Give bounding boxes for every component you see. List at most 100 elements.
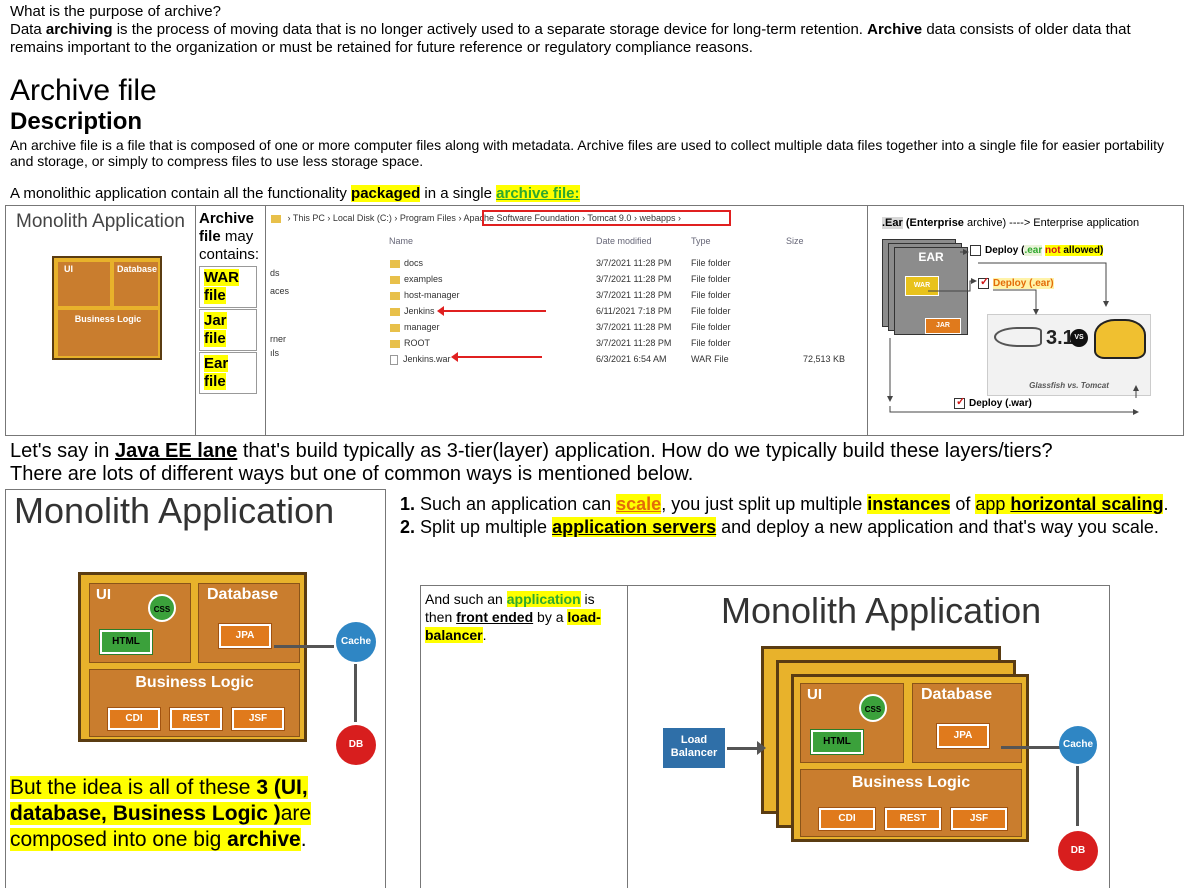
monolith-box: UI CSS HTML Database JPA Business Logic … <box>78 572 307 742</box>
ear-file-tag: Ear file <box>199 352 257 394</box>
jpa-icon: JPA <box>936 723 990 749</box>
list-item: Split up multiple application servers an… <box>420 516 1180 538</box>
java-ee-line-2: There are lots of different ways but one… <box>10 463 694 485</box>
db-icon: DB <box>336 725 376 765</box>
text-run: is the process of moving data that is no… <box>112 21 868 38</box>
java-ee-line-1: Let's say in Java EE lane that's build t… <box>10 440 1180 463</box>
rest-icon: REST <box>169 707 223 731</box>
text-run: application <box>506 591 581 607</box>
file-size: 72,513 KB <box>803 354 846 364</box>
file-type: File folder <box>691 274 731 284</box>
file-type: File folder <box>691 306 731 316</box>
css-icon: CSS <box>859 694 887 722</box>
text-run: And such an <box>425 591 507 607</box>
crumb-program-files[interactable]: Program Files <box>400 213 456 223</box>
file-name: examples <box>390 271 443 287</box>
text-run: Jenkins.war <box>403 354 451 364</box>
jsf-icon: JSF <box>950 807 1008 831</box>
file-icon <box>390 354 398 365</box>
mini-database: Database <box>114 262 158 306</box>
mini-ui: UI <box>58 262 110 306</box>
text-run: by a <box>533 609 568 625</box>
load-balancer-icon: Load Balancer <box>663 728 725 768</box>
file-type: WAR File <box>691 354 729 364</box>
cache-db-connector <box>354 664 357 722</box>
text-run: . <box>1163 494 1169 514</box>
file-name: docs <box>390 255 423 271</box>
column-name[interactable]: Name <box>389 236 413 246</box>
java-ee-paragraph: Let's say in Java EE lane that's build t… <box>10 440 1180 486</box>
text-run: Data <box>10 21 46 38</box>
business-logic-label: Business Logic <box>851 774 971 791</box>
file-date: 3/7/2021 11:28 PM <box>596 290 672 300</box>
ui-label: UI <box>807 686 822 703</box>
html-icon: HTML <box>810 729 864 755</box>
column-type[interactable]: Type <box>691 236 711 246</box>
file-name: Jenkins <box>390 303 435 319</box>
file-name: host-manager <box>390 287 460 303</box>
file-row[interactable]: docs 3/7/2021 11:28 PM File folder <box>266 255 867 271</box>
text-run: packaged <box>351 185 421 202</box>
crumb-local-disk[interactable]: Local Disk (C:) <box>333 213 392 223</box>
text-run: archive <box>227 828 301 851</box>
database-layer: Database JPA <box>912 683 1022 763</box>
text-run: host-manager <box>404 290 460 300</box>
file-date: 3/7/2021 11:28 PM <box>596 322 672 332</box>
cdi-icon: CDI <box>107 707 161 731</box>
lb-connector <box>727 747 757 750</box>
jpa-icon: JPA <box>218 623 272 649</box>
file-row[interactable]: Jenkins.war 6/3/2021 6:54 AM WAR File 72… <box>266 351 867 367</box>
list-item: Such an application can scale, you just … <box>420 493 1180 515</box>
file-row[interactable]: host-manager 3/7/2021 11:28 PM File fold… <box>266 287 867 303</box>
monolith-title-2: Monolith Application <box>721 590 1042 631</box>
cache-icon: Cache <box>1059 726 1097 764</box>
file-date: 6/11/2021 7:18 PM <box>596 306 672 316</box>
file-row[interactable]: examples 3/7/2021 11:28 PM File folder <box>266 271 867 287</box>
file-row[interactable]: manager 3/7/2021 11:28 PM File folder <box>266 319 867 335</box>
text-run: manager <box>404 322 440 332</box>
business-logic-label: Business Logic <box>135 674 254 691</box>
text-run: and deploy a new application and that's … <box>716 517 1159 537</box>
heading-archive-file: Archive file <box>10 74 157 107</box>
cache-db-connector <box>1076 766 1079 826</box>
text-run: . <box>300 828 307 851</box>
red-arrow-icon <box>451 352 542 362</box>
text-run: Archive <box>199 210 255 227</box>
text-run: examples <box>404 274 443 284</box>
file-name: manager <box>390 319 440 335</box>
file-row[interactable]: Jenkins 6/11/2021 7:18 PM File folder <box>266 303 867 319</box>
jar-file-tag: Jar file <box>199 309 257 351</box>
mini-monolith-title: Monolith Application <box>16 211 185 232</box>
rest-icon: REST <box>884 807 942 831</box>
folder-icon <box>390 339 400 348</box>
jpa-cache-connector <box>274 645 334 648</box>
folder-icon <box>390 291 400 300</box>
file-row[interactable]: ROOT 3/7/2021 11:28 PM File folder <box>266 335 867 351</box>
file-date: 3/7/2021 11:28 PM <box>596 274 672 284</box>
column-size[interactable]: Size <box>786 236 804 246</box>
html-icon: HTML <box>99 629 153 655</box>
monolithic-line: A monolithic application contain all the… <box>10 185 580 203</box>
flow-arrows <box>887 249 1139 415</box>
ear-diagram: .Ear (Enterprise archive) ----> Enterpri… <box>868 206 1184 435</box>
column-date[interactable]: Date modified <box>596 236 652 246</box>
crumb-this-pc[interactable]: This PC <box>293 213 325 223</box>
text-run: But the idea is all of these <box>10 776 257 799</box>
text-run: docs <box>404 258 424 268</box>
business-logic-layer: Business Logic CDI REST JSF <box>800 769 1022 837</box>
archive-table: Monolith Application UI Database Busines… <box>5 205 1184 436</box>
contains-text: Archive file may contains: <box>199 210 265 264</box>
text-run: , you just split up multiple <box>661 494 868 514</box>
contains-cell: Archive file may contains: WAR file Jar … <box>196 206 266 435</box>
file-name: ROOT <box>390 335 430 351</box>
file-date: 3/7/2021 11:28 PM <box>596 338 672 348</box>
intro-question: What is the purpose of archive? <box>10 3 221 20</box>
mini-monolith-cell: Monolith Application UI Database Busines… <box>6 206 196 435</box>
war-file-tag: WAR file <box>199 266 257 308</box>
cache-icon: Cache <box>336 622 376 662</box>
load-balancer-text: And such an application is then front en… <box>425 590 623 644</box>
load-balancer-table: And such an application is then front en… <box>420 585 1110 888</box>
file-type: File folder <box>691 338 731 348</box>
file-type: File folder <box>691 290 731 300</box>
ui-layer: UI CSS HTML <box>800 683 904 763</box>
